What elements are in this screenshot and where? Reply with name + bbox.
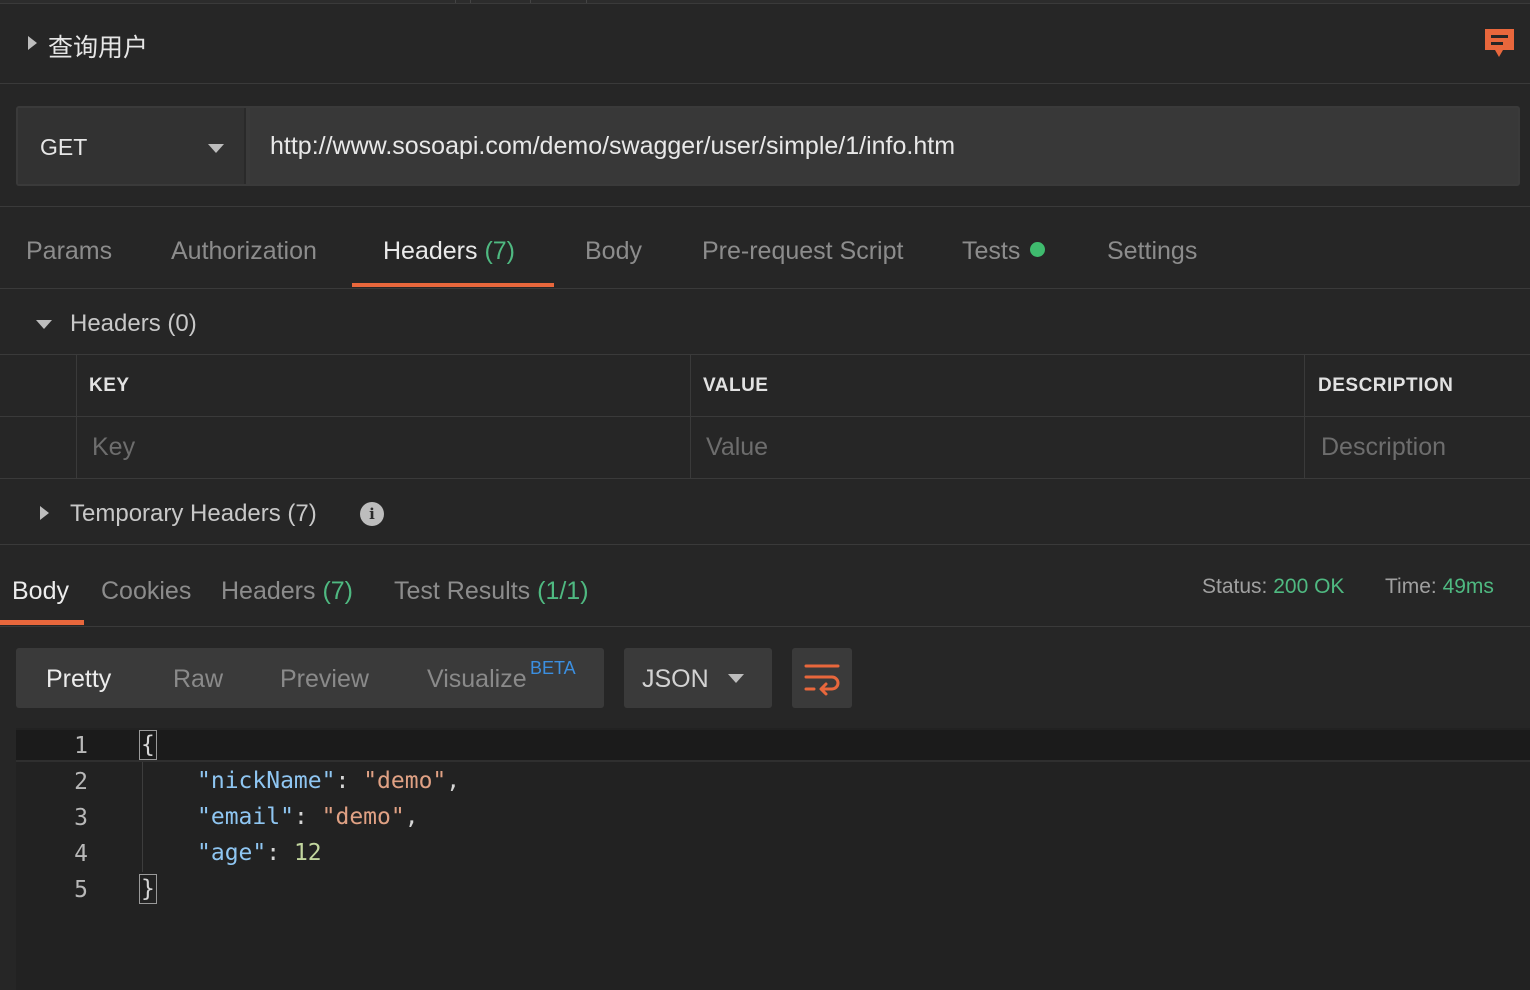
- request-title-row: 查询用户: [0, 4, 1530, 84]
- response-time: Time: 49ms: [1385, 575, 1494, 599]
- caret-right-icon[interactable]: [28, 36, 37, 50]
- temporary-headers-section[interactable]: Temporary Headers (7) i: [0, 479, 1530, 545]
- tab-tests[interactable]: Tests: [962, 237, 1046, 266]
- status-label: Status:: [1202, 575, 1268, 598]
- language-select[interactable]: JSON: [624, 648, 772, 708]
- wrap-lines-icon: [804, 664, 840, 696]
- tab-authorization[interactable]: Authorization: [171, 237, 317, 266]
- comment-icon[interactable]: [1483, 28, 1516, 59]
- tab-settings[interactable]: Settings: [1107, 237, 1197, 266]
- response-tab-headers-label: Headers: [221, 577, 316, 605]
- open-brace: {: [139, 730, 157, 760]
- pretty-button[interactable]: Pretty: [46, 665, 111, 694]
- tab-params[interactable]: Params: [26, 237, 112, 266]
- json-key: "age": [197, 840, 267, 866]
- response-tab-test-results-count: (1/1): [537, 577, 589, 605]
- code-line: "nickName": "demo",: [197, 768, 461, 794]
- column-header-value: VALUE: [703, 375, 769, 396]
- close-brace: }: [139, 874, 157, 904]
- column-divider: [1304, 355, 1305, 479]
- temporary-headers-title: Temporary Headers (7): [70, 500, 317, 528]
- headers-section-label: Headers: [70, 310, 161, 337]
- time-label: Time:: [1385, 575, 1437, 598]
- json-value: "demo": [321, 804, 405, 830]
- key-input[interactable]: [92, 433, 652, 462]
- code-line: "age": 12: [197, 840, 322, 866]
- tab-headers-count: (7): [484, 237, 516, 265]
- line-number: 5: [74, 877, 88, 903]
- line-number: 1: [74, 733, 88, 759]
- raw-button[interactable]: Raw: [173, 665, 223, 694]
- code-line: "email": "demo",: [197, 804, 419, 830]
- value-input[interactable]: [706, 433, 1266, 462]
- indent-guide: [142, 762, 143, 872]
- format-mode-group: Pretty Raw Preview Visualize BETA: [16, 648, 604, 708]
- beta-badge: BETA: [530, 658, 576, 678]
- visualize-button[interactable]: Visualize: [427, 665, 527, 694]
- line-number: 4: [74, 841, 88, 867]
- json-value: 12: [293, 840, 322, 866]
- status-value[interactable]: 200 OK: [1273, 575, 1344, 598]
- active-response-tab-indicator: [0, 620, 84, 625]
- tab-divider: [530, 0, 531, 3]
- json-key: "nickName": [197, 768, 336, 794]
- tab-headers[interactable]: Headers (7): [383, 237, 515, 266]
- response-status: Status: 200 OK: [1202, 575, 1344, 599]
- column-divider: [690, 355, 691, 479]
- temporary-headers-count: (7): [287, 500, 317, 527]
- tab-body[interactable]: Body: [585, 237, 642, 266]
- response-tab-headers[interactable]: Headers (7): [221, 577, 353, 606]
- url-input[interactable]: [250, 108, 1518, 184]
- tab-tests-label: Tests: [962, 237, 1021, 265]
- line-number: 2: [74, 769, 88, 795]
- request-title[interactable]: 查询用户: [48, 28, 148, 64]
- active-line-highlight: [16, 730, 1530, 762]
- headers-table: KEY VALUE DESCRIPTION: [0, 355, 1530, 479]
- response-tab-test-results[interactable]: Test Results (1/1): [394, 577, 589, 606]
- preview-button[interactable]: Preview: [280, 665, 369, 694]
- info-icon[interactable]: i: [360, 502, 384, 526]
- status-dot-icon: [1030, 242, 1046, 257]
- column-header-key: KEY: [89, 375, 130, 396]
- tab-divider: [586, 0, 587, 3]
- caret-down-icon[interactable]: [36, 320, 52, 329]
- headers-section-title: Headers (0): [70, 310, 197, 338]
- response-tab-cookies[interactable]: Cookies: [101, 577, 191, 606]
- tab-pre-request-script[interactable]: Pre-request Script: [702, 237, 903, 266]
- column-header-description: DESCRIPTION: [1318, 375, 1454, 396]
- json-key: "email": [197, 804, 294, 830]
- tab-headers-label: Headers: [383, 237, 478, 265]
- method-label: GET: [40, 134, 88, 160]
- chevron-down-icon: [728, 674, 744, 683]
- time-value[interactable]: 49ms: [1443, 575, 1494, 598]
- method-select[interactable]: GET: [18, 108, 246, 184]
- response-tab-test-results-label: Test Results: [394, 577, 531, 605]
- row-divider: [0, 416, 1530, 417]
- wrap-lines-button[interactable]: [792, 648, 852, 708]
- description-input[interactable]: [1321, 433, 1521, 462]
- request-tabs: Params Authorization Headers (7) Body Pr…: [0, 207, 1530, 289]
- tab-divider: [470, 0, 471, 3]
- tab-divider: [455, 0, 456, 3]
- response-tabs: Body Cookies Headers (7) Test Results (1…: [0, 545, 1530, 627]
- json-value: "demo": [363, 768, 447, 794]
- json-comma: ,: [404, 804, 419, 830]
- active-tab-indicator: [352, 283, 554, 287]
- chevron-down-icon: [208, 144, 224, 153]
- caret-right-icon[interactable]: [40, 506, 49, 520]
- response-tab-body[interactable]: Body: [12, 577, 69, 606]
- response-tab-headers-count: (7): [322, 577, 354, 605]
- temporary-headers-label: Temporary Headers: [70, 500, 281, 527]
- language-label: JSON: [642, 665, 709, 693]
- headers-section-count: (0): [167, 310, 197, 337]
- column-divider: [76, 355, 77, 479]
- headers-section-header[interactable]: Headers (0): [0, 290, 1530, 355]
- line-number: 3: [74, 805, 88, 831]
- json-comma: ,: [446, 768, 461, 794]
